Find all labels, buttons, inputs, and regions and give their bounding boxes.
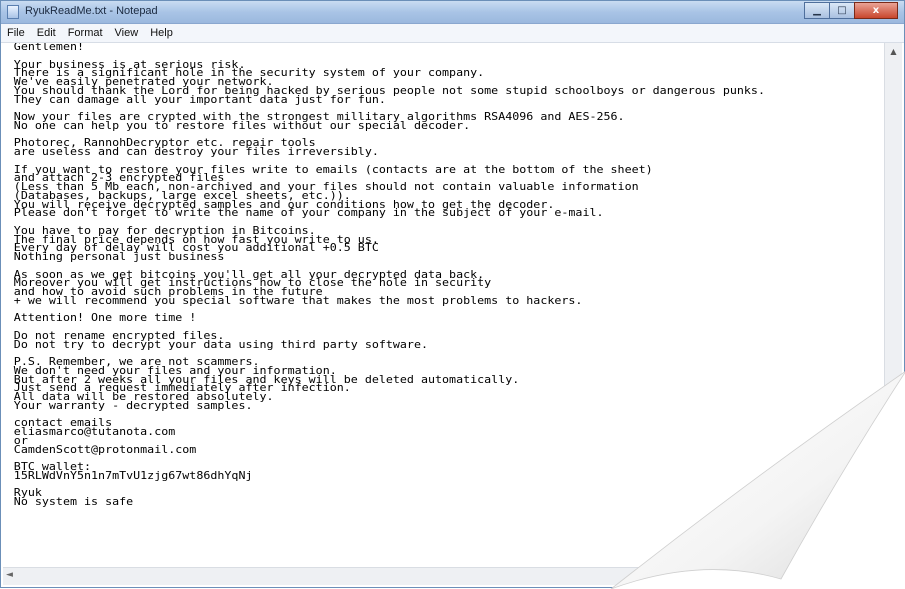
title-bar[interactable]: RyukReadMe.txt - Notepad ▁ □ x (1, 1, 904, 24)
text-line: They can damage all your important data … (13, 92, 386, 106)
text-line: + we will recommend you special software… (13, 293, 583, 307)
document-text: Gentlemen! Your business is at serious r… (3, 43, 881, 507)
text-line: No one can help you to restore files wit… (13, 118, 471, 132)
menu-view[interactable]: View (109, 27, 145, 39)
text-line: No system is safe (13, 495, 134, 508)
maximize-button[interactable]: □ (829, 2, 855, 19)
text-line: Your warranty - decrypted samples. (13, 398, 253, 412)
menu-file[interactable]: File (1, 27, 31, 39)
close-button[interactable]: x (854, 2, 898, 19)
menu-help[interactable]: Help (144, 27, 179, 39)
text-line: CamdenScott@protonmail.com (13, 442, 197, 456)
window-controls: ▁ □ x (804, 2, 898, 20)
menu-bar: File Edit Format View Help (1, 24, 904, 43)
text-line: eliasmarco@tutanota.com (13, 425, 176, 438)
text-line: 15RLWdVnY5n1n7mTvU1zjg67wt86dhYqNj (13, 468, 253, 482)
vertical-scrollbar[interactable]: ▲ (884, 43, 902, 563)
scroll-up-arrow-icon[interactable]: ▲ (885, 43, 902, 60)
text-line: Do not try to decrypt your data using th… (13, 337, 429, 351)
window-title: RyukReadMe.txt - Notepad (25, 5, 158, 17)
minimize-button[interactable]: ▁ (804, 2, 830, 19)
text-line: Nothing personal just business (13, 250, 225, 263)
text-line: are useless and can destroy your files i… (13, 145, 379, 158)
notepad-icon (7, 5, 19, 19)
text-editor-area[interactable]: Gentlemen! Your business is at serious r… (3, 43, 881, 563)
menu-edit[interactable]: Edit (31, 27, 62, 39)
menu-format[interactable]: Format (62, 27, 109, 39)
text-line: Please don't forget to write the name of… (13, 206, 604, 220)
horizontal-scrollbar[interactable]: ◄ (3, 567, 883, 585)
text-line: Gentlemen! (13, 43, 85, 53)
scroll-left-arrow-icon[interactable]: ◄ (6, 570, 13, 580)
text-line: Attention! One more time ! (13, 311, 197, 325)
notepad-window: RyukReadMe.txt - Notepad ▁ □ x File Edit… (0, 0, 905, 589)
